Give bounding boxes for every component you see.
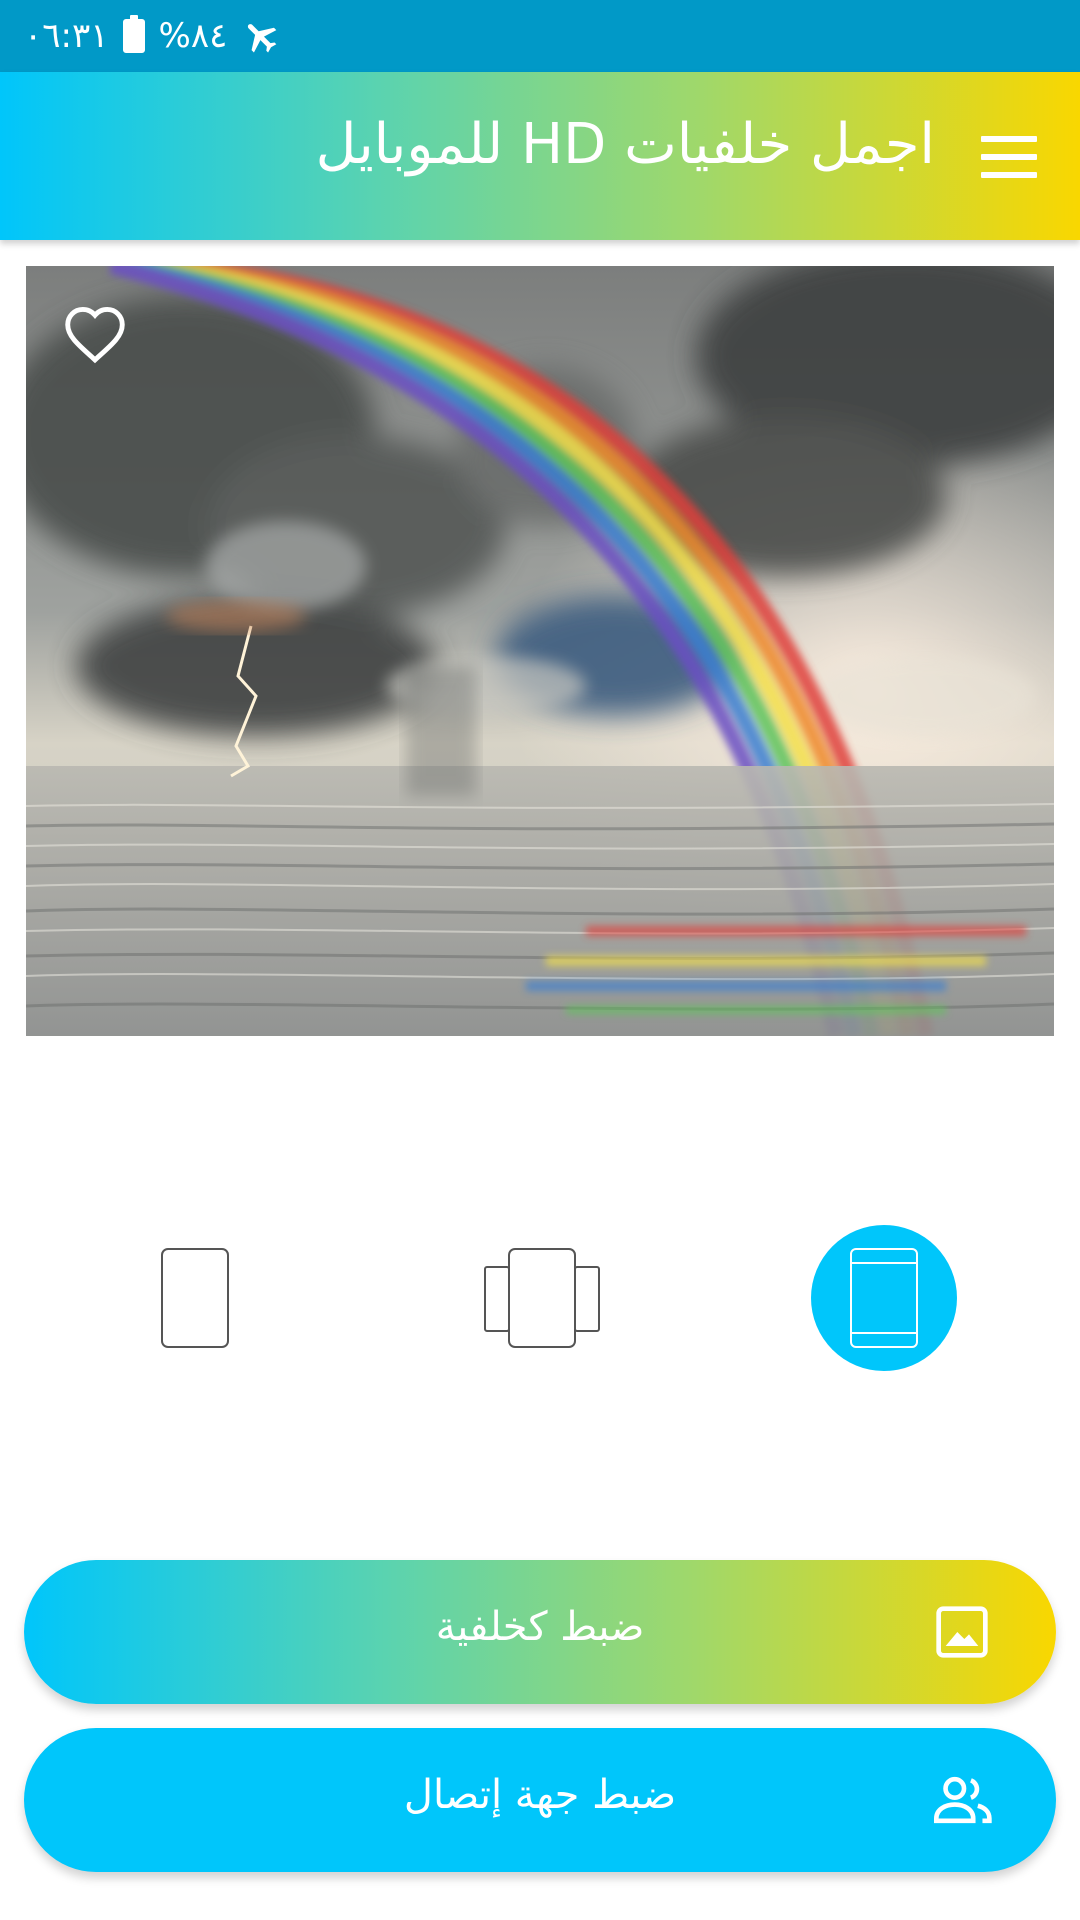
app-bar: اجمل خلفيات HD للموبايل: [0, 72, 1080, 240]
screen-target-options: [0, 1225, 1080, 1375]
set-wallpaper-label: ضبط كخلفية: [435, 1604, 645, 1650]
multi-screen-option[interactable]: [469, 1225, 615, 1371]
hamburger-menu-icon[interactable]: [981, 136, 1037, 178]
set-contact-button[interactable]: ضبط جهة إتصال: [24, 1728, 1056, 1872]
heart-outline-icon[interactable]: [62, 304, 128, 364]
phone-screen-icon: [850, 1248, 918, 1348]
single-phone-option[interactable]: [121, 1225, 267, 1371]
multi-screen-icon: [484, 1248, 600, 1348]
battery-icon: [122, 15, 145, 53]
image-icon: [934, 1604, 990, 1660]
app-title: اجمل خلفيات HD للموبايل: [315, 112, 935, 177]
battery-level: %٨٤: [158, 16, 228, 56]
set-contact-label: ضبط جهة إتصال: [403, 1772, 677, 1818]
wallpaper-preview[interactable]: [26, 266, 1054, 1036]
airplane-mode-icon: [241, 16, 281, 56]
single-phone-icon: [161, 1248, 229, 1348]
status-bar: ٠٦:٣١ %٨٤: [0, 0, 1080, 72]
status-time: ٠٦:٣١: [24, 16, 109, 56]
set-wallpaper-button[interactable]: ضبط كخلفية: [24, 1560, 1056, 1704]
phone-screen-option[interactable]: [811, 1225, 957, 1371]
contacts-icon: [934, 1772, 992, 1828]
